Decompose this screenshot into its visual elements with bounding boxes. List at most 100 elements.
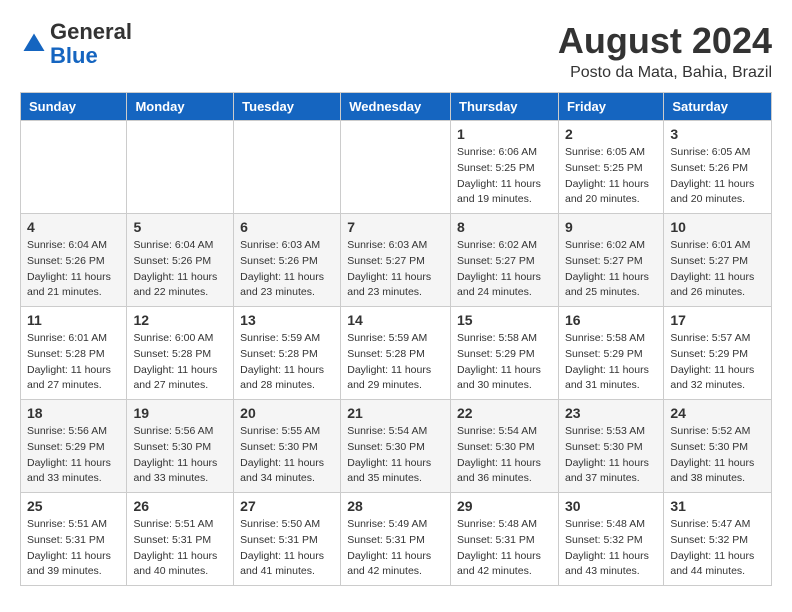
day-detail: Sunrise: 5:51 AM Sunset: 5:31 PM Dayligh… (133, 517, 227, 580)
weekday-header: Thursday (451, 93, 559, 121)
day-number: 19 (133, 405, 227, 421)
day-number: 4 (27, 219, 120, 235)
location-subtitle: Posto da Mata, Bahia, Brazil (558, 64, 772, 82)
day-number: 11 (27, 312, 120, 328)
day-detail: Sunrise: 5:47 AM Sunset: 5:32 PM Dayligh… (670, 517, 765, 580)
day-number: 16 (565, 312, 657, 328)
day-detail: Sunrise: 5:59 AM Sunset: 5:28 PM Dayligh… (240, 331, 334, 394)
calendar-week-row: 4 Sunrise: 6:04 AM Sunset: 5:26 PM Daylig… (21, 214, 772, 307)
weekday-header: Tuesday (234, 93, 341, 121)
day-number: 14 (347, 312, 444, 328)
calendar-cell: 25Sunrise: 5:51 AM Sunset: 5:31 PM Dayli… (21, 493, 127, 586)
day-number: 3 (670, 126, 765, 142)
day-number: 8 (457, 219, 552, 235)
calendar-cell: 21 Sunrise: 5:54 AM Sunset: 5:30 PM Dayli… (341, 400, 451, 493)
calendar-cell (341, 121, 451, 214)
day-detail: Sunrise: 6:05 AM Sunset: 5:25 PM Dayligh… (565, 145, 657, 208)
calendar-cell: 12Sunrise: 6:00 AM Sunset: 5:28 PM Dayli… (127, 307, 234, 400)
weekday-header: Friday (558, 93, 663, 121)
calendar-cell: 18 Sunrise: 5:56 AM Sunset: 5:29 PM Dayli… (21, 400, 127, 493)
day-detail: Sunrise: 5:54 AM Sunset: 5:30 PM Dayligh… (457, 424, 552, 487)
day-number: 1 (457, 126, 552, 142)
weekday-header: Sunday (21, 93, 127, 121)
day-number: 18 (27, 405, 120, 421)
day-number: 25 (27, 498, 120, 514)
day-detail: Sunrise: 5:56 AM Sunset: 5:29 PM Dayligh… (27, 424, 120, 487)
day-detail: Sunrise: 6:04 AM Sunset: 5:26 PM Dayligh… (133, 238, 227, 301)
day-number: 27 (240, 498, 334, 514)
day-number: 20 (240, 405, 334, 421)
day-number: 7 (347, 219, 444, 235)
calendar-cell: 30Sunrise: 5:48 AM Sunset: 5:32 PM Dayli… (558, 493, 663, 586)
day-number: 9 (565, 219, 657, 235)
day-number: 2 (565, 126, 657, 142)
day-detail: Sunrise: 5:58 AM Sunset: 5:29 PM Dayligh… (565, 331, 657, 394)
day-detail: Sunrise: 6:05 AM Sunset: 5:26 PM Dayligh… (670, 145, 765, 208)
day-number: 5 (133, 219, 227, 235)
day-detail: Sunrise: 5:57 AM Sunset: 5:29 PM Dayligh… (670, 331, 765, 394)
calendar-cell: 22 Sunrise: 5:54 AM Sunset: 5:30 PM Dayli… (451, 400, 559, 493)
calendar-cell: 14 Sunrise: 5:59 AM Sunset: 5:28 PM Dayli… (341, 307, 451, 400)
day-detail: Sunrise: 6:01 AM Sunset: 5:28 PM Dayligh… (27, 331, 120, 394)
day-detail: Sunrise: 6:03 AM Sunset: 5:27 PM Dayligh… (347, 238, 444, 301)
calendar-cell: 8 Sunrise: 6:02 AM Sunset: 5:27 PM Daylig… (451, 214, 559, 307)
day-number: 28 (347, 498, 444, 514)
day-number: 10 (670, 219, 765, 235)
calendar-cell: 9 Sunrise: 6:02 AM Sunset: 5:27 PM Daylig… (558, 214, 663, 307)
main-title: August 2024 (558, 20, 772, 62)
calendar-cell: 19 Sunrise: 5:56 AM Sunset: 5:30 PM Dayli… (127, 400, 234, 493)
day-number: 6 (240, 219, 334, 235)
calendar-cell: 26Sunrise: 5:51 AM Sunset: 5:31 PM Dayli… (127, 493, 234, 586)
day-number: 17 (670, 312, 765, 328)
calendar-cell: 3 Sunrise: 6:05 AM Sunset: 5:26 PM Daylig… (664, 121, 772, 214)
day-detail: Sunrise: 6:02 AM Sunset: 5:27 PM Dayligh… (457, 238, 552, 301)
calendar-cell: 5 Sunrise: 6:04 AM Sunset: 5:26 PM Daylig… (127, 214, 234, 307)
day-number: 22 (457, 405, 552, 421)
calendar-cell: 20Sunrise: 5:55 AM Sunset: 5:30 PM Dayli… (234, 400, 341, 493)
day-detail: Sunrise: 5:58 AM Sunset: 5:29 PM Dayligh… (457, 331, 552, 394)
page-header: General Blue August 2024 Posto da Mata, … (20, 20, 772, 82)
weekday-header: Wednesday (341, 93, 451, 121)
day-number: 24 (670, 405, 765, 421)
calendar-cell: 11 Sunrise: 6:01 AM Sunset: 5:28 PM Dayli… (21, 307, 127, 400)
logo-icon (20, 30, 48, 58)
calendar-cell: 2 Sunrise: 6:05 AM Sunset: 5:25 PM Daylig… (558, 121, 663, 214)
calendar-cell: 13 Sunrise: 5:59 AM Sunset: 5:28 PM Dayli… (234, 307, 341, 400)
day-detail: Sunrise: 6:01 AM Sunset: 5:27 PM Dayligh… (670, 238, 765, 301)
day-detail: Sunrise: 6:04 AM Sunset: 5:26 PM Dayligh… (27, 238, 120, 301)
calendar-cell: 31Sunrise: 5:47 AM Sunset: 5:32 PM Dayli… (664, 493, 772, 586)
calendar-week-row: 1 Sunrise: 6:06 AM Sunset: 5:25 PM Daylig… (21, 121, 772, 214)
day-detail: Sunrise: 6:03 AM Sunset: 5:26 PM Dayligh… (240, 238, 334, 301)
day-number: 13 (240, 312, 334, 328)
calendar-cell: 29 Sunrise: 5:48 AM Sunset: 5:31 PM Dayli… (451, 493, 559, 586)
calendar-cell: 1 Sunrise: 6:06 AM Sunset: 5:25 PM Daylig… (451, 121, 559, 214)
logo-text: General Blue (50, 20, 132, 68)
calendar-cell: 6 Sunrise: 6:03 AM Sunset: 5:26 PM Daylig… (234, 214, 341, 307)
day-number: 15 (457, 312, 552, 328)
title-block: August 2024 Posto da Mata, Bahia, Brazil (558, 20, 772, 82)
calendar-cell (127, 121, 234, 214)
calendar-cell: 17 Sunrise: 5:57 AM Sunset: 5:29 PM Dayli… (664, 307, 772, 400)
day-detail: Sunrise: 5:56 AM Sunset: 5:30 PM Dayligh… (133, 424, 227, 487)
calendar-cell: 15 Sunrise: 5:58 AM Sunset: 5:29 PM Dayli… (451, 307, 559, 400)
calendar-cell (234, 121, 341, 214)
calendar-cell: 23Sunrise: 5:53 AM Sunset: 5:30 PM Dayli… (558, 400, 663, 493)
logo: General Blue (20, 20, 132, 68)
day-number: 21 (347, 405, 444, 421)
day-detail: Sunrise: 5:59 AM Sunset: 5:28 PM Dayligh… (347, 331, 444, 394)
calendar-cell: 10 Sunrise: 6:01 AM Sunset: 5:27 PM Dayli… (664, 214, 772, 307)
day-detail: Sunrise: 5:54 AM Sunset: 5:30 PM Dayligh… (347, 424, 444, 487)
day-number: 29 (457, 498, 552, 514)
day-detail: Sunrise: 5:48 AM Sunset: 5:32 PM Dayligh… (565, 517, 657, 580)
day-detail: Sunrise: 6:02 AM Sunset: 5:27 PM Dayligh… (565, 238, 657, 301)
calendar-cell (21, 121, 127, 214)
calendar-table: SundayMondayTuesdayWednesdayThursdayFrid… (20, 92, 772, 586)
day-detail: Sunrise: 5:52 AM Sunset: 5:30 PM Dayligh… (670, 424, 765, 487)
calendar-week-row: 18 Sunrise: 5:56 AM Sunset: 5:29 PM Dayli… (21, 400, 772, 493)
day-number: 23 (565, 405, 657, 421)
weekday-header: Monday (127, 93, 234, 121)
calendar-cell: 28Sunrise: 5:49 AM Sunset: 5:31 PM Dayli… (341, 493, 451, 586)
day-detail: Sunrise: 5:48 AM Sunset: 5:31 PM Dayligh… (457, 517, 552, 580)
calendar-cell: 16 Sunrise: 5:58 AM Sunset: 5:29 PM Dayli… (558, 307, 663, 400)
day-detail: Sunrise: 6:06 AM Sunset: 5:25 PM Dayligh… (457, 145, 552, 208)
